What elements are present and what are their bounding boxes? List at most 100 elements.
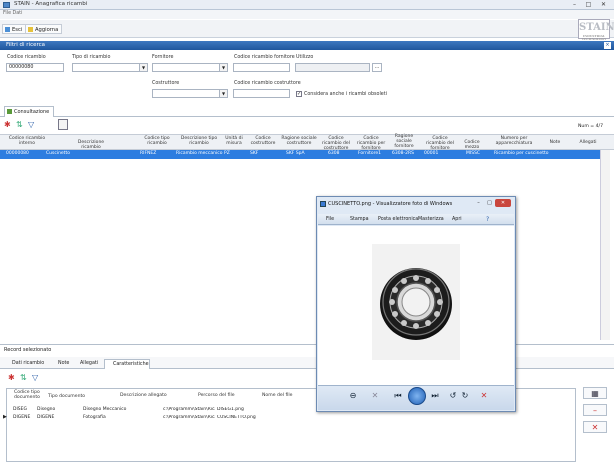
- col-codice-ricambio[interactable]: Codice ricambio interno: [8, 136, 46, 146]
- col-unita-misura[interactable]: Unità di misura: [222, 136, 246, 146]
- chevron-down-icon[interactable]: ▼: [219, 64, 227, 71]
- menu-masterizza[interactable]: Masterizza: [418, 216, 444, 223]
- table-row[interactable]: 00000080 Cuscinetto RIFNEZ Ricambio mecc…: [0, 150, 600, 159]
- codice-ricambio-fornitore-field[interactable]: [233, 63, 290, 72]
- col-tipo-documento[interactable]: Tipo documento: [48, 394, 85, 399]
- col-descrizione-ricambio[interactable]: Descrizione ricambio: [68, 140, 114, 150]
- col-ragione-fornitore[interactable]: Ragione sociale fornitore: [388, 134, 420, 149]
- col-allegati[interactable]: Allegati: [578, 140, 598, 145]
- maximize-icon[interactable]: □: [484, 199, 495, 207]
- close-icon[interactable]: ✕: [597, 1, 610, 9]
- cell-descrizione-tipo: Ricambio meccanico: [176, 151, 223, 156]
- chevron-down-icon[interactable]: ▼: [139, 64, 147, 71]
- col-descrizione-allegato[interactable]: Descrizione allegato: [120, 393, 167, 398]
- fornitore-select[interactable]: ▼: [152, 63, 228, 72]
- refresh-button-label: Aggiorna: [35, 27, 59, 33]
- col-ricambio-fornitore[interactable]: Codice ricambio del fornitore: [422, 136, 458, 151]
- table-row[interactable]: DISEG Disegno Disegno Meccanico c:\Progr…: [7, 406, 327, 414]
- utilizzo-browse-button[interactable]: …: [372, 63, 382, 72]
- tipo-ricambio-select[interactable]: ▼: [72, 63, 148, 72]
- cell-unita: PZ: [224, 151, 230, 156]
- refresh-button[interactable]: Aggiorna: [25, 24, 63, 34]
- col-nome-file[interactable]: Nome del file: [262, 393, 292, 398]
- cell-percorso: c:\Programmi\Stain\Ricambi\: [163, 415, 215, 420]
- menu-file[interactable]: File: [326, 216, 334, 223]
- sort-icon[interactable]: ⇅: [20, 374, 27, 382]
- maximize-icon[interactable]: □: [582, 1, 595, 9]
- col-codice-tipo-documento[interactable]: Codice tipo documento: [14, 390, 44, 400]
- tab-consultazione[interactable]: Consultazione: [4, 106, 55, 117]
- filter-section-title: Filtri di ricerca: [6, 42, 46, 48]
- cell-ricambio-fornitore: 00001: [424, 151, 439, 156]
- rotate-left-icon[interactable]: ↺: [448, 391, 458, 401]
- exit-button[interactable]: Esci: [2, 24, 27, 34]
- rotate-right-icon[interactable]: ↻: [460, 391, 470, 401]
- col-ragione-costruttore[interactable]: Ragione sociale costruttore: [281, 136, 317, 146]
- cell-tipo-doc: Disegno: [37, 407, 56, 412]
- cell-codice-mezzo: MISSC: [466, 151, 481, 156]
- delete-icon[interactable]: ✕: [478, 391, 490, 401]
- minimize-icon[interactable]: –: [473, 199, 484, 207]
- col-percorso-file[interactable]: Percorso del file: [198, 393, 235, 398]
- codice-ricambio-fornitore-label: Codice ricambio fornitore: [234, 55, 295, 60]
- menu-posta-elettronica[interactable]: Posta elettronica: [378, 216, 418, 223]
- costruttore-select[interactable]: ▼: [152, 89, 228, 98]
- slideshow-button[interactable]: [408, 387, 426, 405]
- cell-nome-file: CUSCINETTO.png: [217, 415, 256, 420]
- export-icon[interactable]: [58, 119, 68, 130]
- menu-apri[interactable]: Apri: [452, 216, 462, 223]
- tab-allegati[interactable]: Allegati: [72, 359, 98, 368]
- codice-ricambio-costruttore-field[interactable]: [233, 89, 290, 98]
- obsolete-checkbox[interactable]: ✓: [296, 91, 302, 97]
- next-icon[interactable]: ⏭: [429, 391, 441, 401]
- filter-icon[interactable]: ▽: [28, 121, 36, 129]
- delete-button[interactable]: –: [583, 404, 607, 416]
- close-icon[interactable]: ✕: [495, 199, 511, 207]
- previous-icon[interactable]: ⏮: [392, 391, 404, 401]
- codice-ricambio-costruttore-label: Codice ricambio costruttore: [234, 81, 301, 86]
- zoom-icon[interactable]: ⊖: [346, 391, 360, 401]
- sort-icon[interactable]: ⇅: [16, 121, 24, 129]
- cell-ragione-fornitore: 6308-2RS: [392, 151, 414, 156]
- bearing-photo: [372, 244, 460, 360]
- tab-note[interactable]: Note: [50, 359, 69, 368]
- col-codice-mezzo[interactable]: Codice mezzo: [458, 140, 486, 150]
- col-ricambio-costruttore[interactable]: Codice ricambio del costruttore: [319, 136, 353, 151]
- bearing-image: [380, 268, 452, 340]
- exit-icon: [5, 27, 10, 32]
- col-note[interactable]: Note: [545, 140, 565, 145]
- fit-icon[interactable]: ✕: [370, 391, 380, 401]
- results-scrollbar[interactable]: [600, 150, 610, 340]
- tab-consultazione-label: Consultazione: [14, 109, 50, 115]
- filter-icon[interactable]: ▽: [32, 374, 38, 382]
- col-descrizione-tipo[interactable]: Descrizione tipo ricambio: [176, 136, 222, 146]
- menubar-label[interactable]: File Dati: [3, 11, 22, 16]
- cell-codice-tipo: RIFNEZ: [140, 151, 157, 156]
- tools-icon[interactable]: ✱: [8, 374, 15, 382]
- tab-caratteristiche[interactable]: Caratteristiche: [104, 359, 150, 369]
- table-row[interactable]: DIGENE DIGENE Fotografia c:\Programmi\St…: [7, 414, 327, 422]
- filter-section-header[interactable]: Filtri di ricerca ×: [0, 41, 614, 50]
- codice-ricambio-field[interactable]: 00000080: [6, 63, 64, 72]
- cell-codice-tipo-doc: DIGENE: [13, 415, 31, 420]
- chevron-down-icon[interactable]: ▼: [219, 90, 227, 97]
- cancel-button[interactable]: ✕: [583, 421, 607, 433]
- menu-stampa[interactable]: Stampa: [350, 216, 369, 223]
- col-ricambio-per-fornitore[interactable]: Codice ricambio per fornitore: [354, 136, 388, 151]
- save-button[interactable]: ▦: [583, 387, 607, 399]
- utilizzo-label: Utilizzo: [296, 55, 314, 60]
- collapse-icon[interactable]: ×: [604, 42, 611, 49]
- utilizzo-field[interactable]: [295, 63, 370, 72]
- col-numero-apparecchiatura[interactable]: Numero per apparecchiatura: [490, 136, 538, 146]
- list-icon: [7, 109, 12, 114]
- toolbar: [0, 20, 614, 38]
- minimize-icon[interactable]: –: [568, 1, 581, 9]
- cell-ricambio-costruttore: 6308: [328, 151, 340, 156]
- record-count: Num = 4/7: [578, 124, 603, 129]
- fornitore-label: Fornitore: [152, 55, 174, 60]
- col-codice-costruttore[interactable]: Codice costruttore: [248, 136, 278, 146]
- help-icon[interactable]: ?: [486, 216, 489, 223]
- tools-icon[interactable]: ✱: [4, 121, 12, 129]
- tab-dati-ricambio[interactable]: Dati ricambio: [4, 359, 44, 368]
- col-codice-tipo[interactable]: Codice tipo ricambio: [140, 136, 174, 146]
